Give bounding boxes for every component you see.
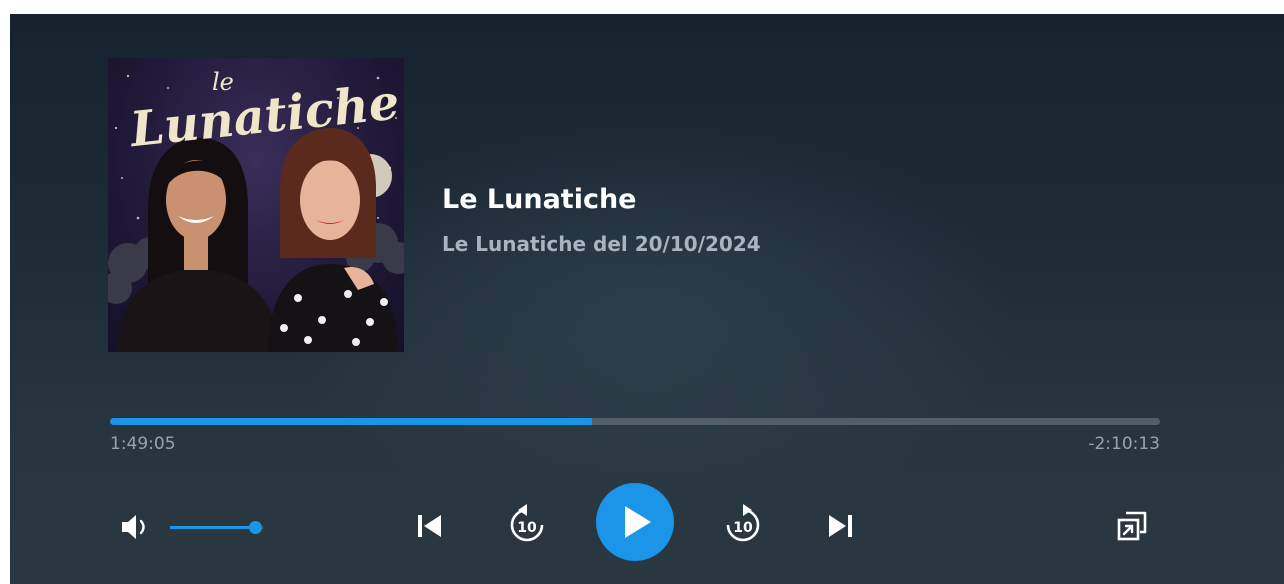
volume-fill <box>170 526 257 529</box>
show-title: Le Lunatiche <box>442 184 637 215</box>
artwork-illustration: le Lunatiche <box>108 68 404 352</box>
audio-player: le Lunatiche Le Lunatiche Le Lunatiche d… <box>10 14 1284 584</box>
elapsed-time: 1:49:05 <box>110 434 176 454</box>
volume-knob[interactable] <box>249 521 263 534</box>
picture-in-picture-icon <box>1117 511 1147 541</box>
svg-text:10: 10 <box>517 520 537 536</box>
skip-next-icon <box>829 515 852 537</box>
progress-bar[interactable] <box>110 418 1160 425</box>
progress-fill <box>110 418 592 425</box>
speaker-icon <box>122 515 145 539</box>
forward-10-button[interactable]: 10 <box>720 502 766 548</box>
skip-previous-icon <box>418 515 441 537</box>
remaining-time: -2:10:13 <box>1088 434 1160 454</box>
next-button[interactable] <box>820 506 860 546</box>
miniplayer-button[interactable] <box>1110 504 1154 548</box>
play-button[interactable] <box>596 483 674 561</box>
podcast-artwork: le Lunatiche <box>108 58 404 352</box>
svg-text:10: 10 <box>733 520 753 536</box>
episode-title: Le Lunatiche del 20/10/2024 <box>442 232 761 256</box>
rewind-10-button[interactable]: 10 <box>504 502 550 548</box>
play-icon <box>625 506 651 538</box>
previous-button[interactable] <box>410 506 450 546</box>
volume-button[interactable] <box>118 510 158 544</box>
volume-slider[interactable] <box>170 520 264 536</box>
forward-10-icon: 10 <box>726 504 760 542</box>
rewind-10-icon: 10 <box>510 504 544 542</box>
